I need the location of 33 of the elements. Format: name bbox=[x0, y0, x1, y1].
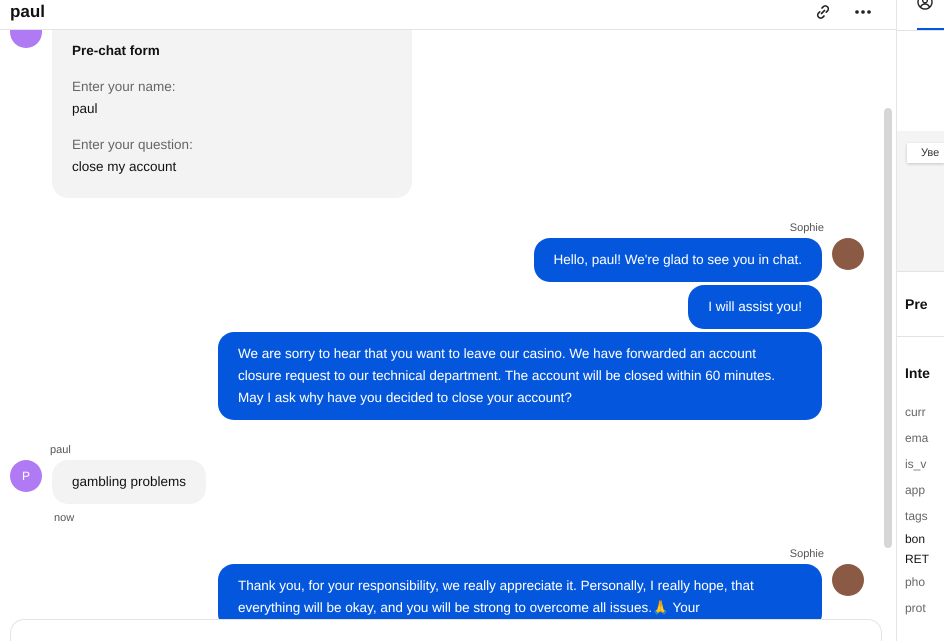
field-label: Enter your name: bbox=[72, 78, 177, 96]
agent-avatar bbox=[832, 238, 864, 270]
message-bubble: I will assist you! bbox=[688, 285, 822, 329]
attribute-name: app bbox=[905, 482, 926, 499]
section-heading: Pre bbox=[905, 296, 928, 312]
map-button[interactable]: Уве bbox=[907, 143, 944, 163]
attribute-name: pho bbox=[905, 574, 926, 591]
message-bubble: Hello, paul! We're glad to see you in chat. bbox=[534, 238, 822, 282]
attribute-name: ema bbox=[905, 430, 930, 447]
attribute-value: RET bbox=[905, 551, 930, 568]
more-icon[interactable] bbox=[854, 8, 872, 14]
field-value: paul bbox=[72, 100, 99, 118]
attribute-name: tags bbox=[905, 508, 929, 525]
attribute-name: curr bbox=[905, 404, 927, 421]
message-bubble: gambling problems bbox=[52, 460, 206, 504]
sender-name: Sophie bbox=[790, 548, 824, 560]
attribute-name: is_v bbox=[905, 456, 928, 473]
link-icon[interactable] bbox=[814, 2, 832, 20]
message-time: now bbox=[54, 512, 76, 524]
profile-tab[interactable] bbox=[917, 0, 944, 30]
field-label: Enter your question: bbox=[72, 136, 194, 154]
attribute-name: prot bbox=[905, 600, 927, 617]
field-value: close my account bbox=[72, 158, 178, 176]
agent-avatar bbox=[832, 564, 864, 596]
attribute-value: bon bbox=[905, 531, 926, 548]
sender-name: paul bbox=[50, 444, 72, 456]
scrollbar[interactable] bbox=[884, 108, 892, 548]
form-title: Pre-chat form bbox=[72, 42, 161, 60]
message-bubble: We are sorry to hear that you want to leave our casino. We have forwarded an account closure request to our technical department. The account will be closed within 60 minutes. May I ask why have you decided to close your account? bbox=[218, 332, 822, 420]
section-heading: Inte bbox=[905, 365, 931, 381]
user-avatar: P bbox=[10, 460, 42, 492]
chat-title: paul bbox=[10, 2, 45, 22]
sender-name: Sophie bbox=[790, 222, 824, 234]
